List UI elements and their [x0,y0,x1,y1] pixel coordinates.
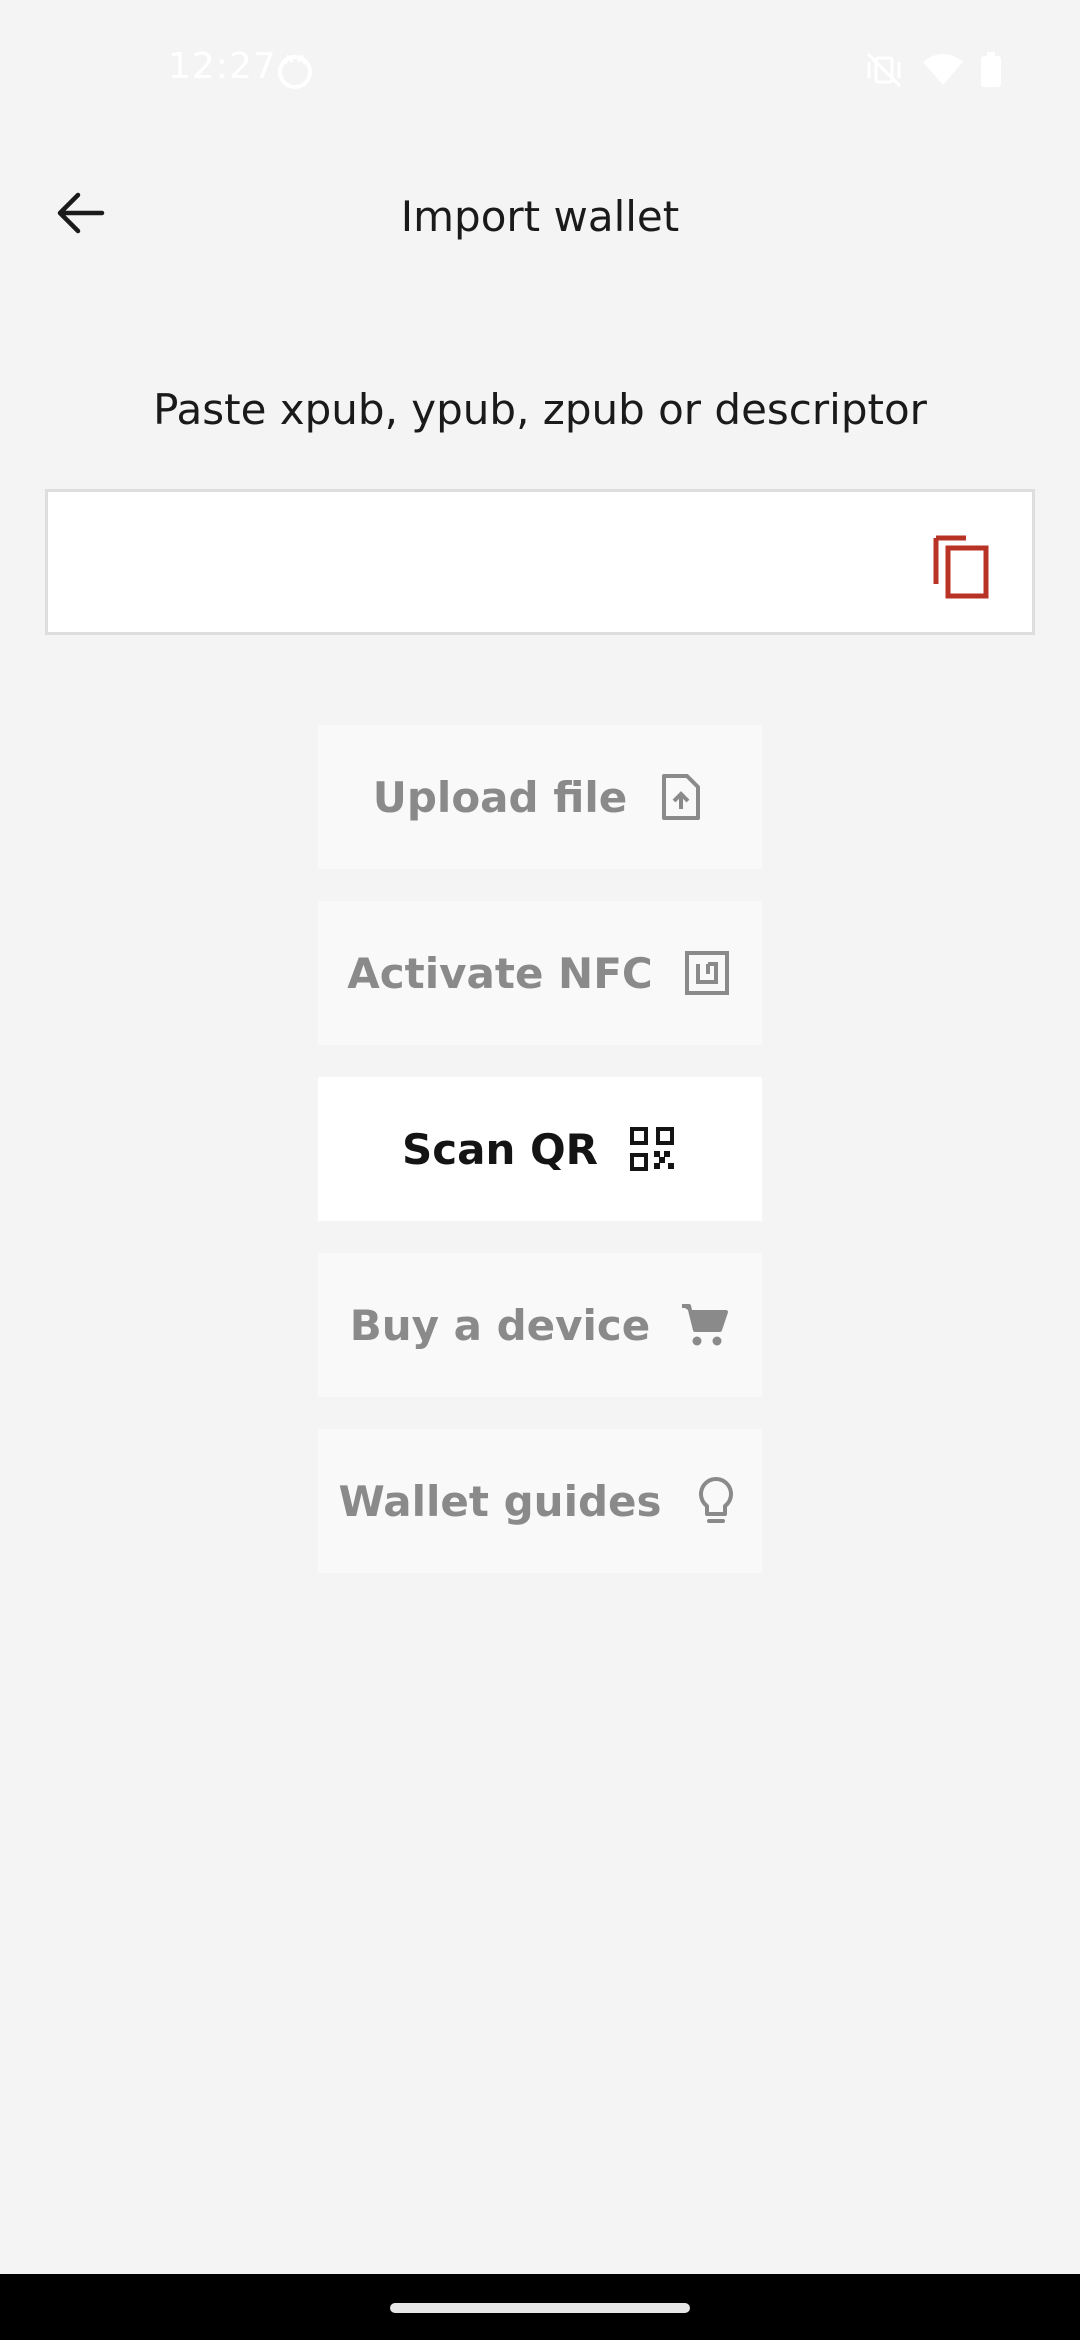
nfc-icon [681,947,733,999]
status-time: 12:27 [168,46,277,87]
status-bar: 12:27 [0,0,1080,140]
home-indicator[interactable] [390,2303,690,2313]
buy-device-button[interactable]: Buy a device [318,1253,762,1397]
buy-device-label: Buy a device [349,1300,651,1350]
top-app-bar: Import wallet [0,160,1080,270]
cat-notification-icon [276,52,314,94]
paste-button[interactable] [930,534,992,600]
upload-file-button[interactable]: Upload file [318,725,762,869]
battery-icon [980,52,1002,92]
file-upload-icon [655,771,707,823]
activate-nfc-label: Activate NFC [347,948,653,998]
wifi-icon [922,52,964,90]
xpub-input-container [45,489,1035,635]
qr-code-icon [626,1123,678,1175]
system-navigation-bar [0,2274,1080,2340]
scan-qr-button[interactable]: Scan QR [318,1077,762,1221]
wallet-guides-label: Wallet guides [338,1476,662,1526]
lightbulb-icon [690,1475,742,1527]
wallet-guides-button[interactable]: Wallet guides [318,1429,762,1573]
import-prompt: Paste xpub, ypub, zpub or descriptor [153,385,927,434]
upload-file-label: Upload file [372,772,628,822]
copy-icon [930,535,992,604]
xpub-input[interactable] [68,512,932,614]
cart-icon [678,1299,730,1351]
page-title: Import wallet [400,192,680,241]
activate-nfc-button[interactable]: Activate NFC [318,901,762,1045]
scan-qr-label: Scan QR [401,1124,599,1174]
mute-vibrate-icon [864,52,904,92]
